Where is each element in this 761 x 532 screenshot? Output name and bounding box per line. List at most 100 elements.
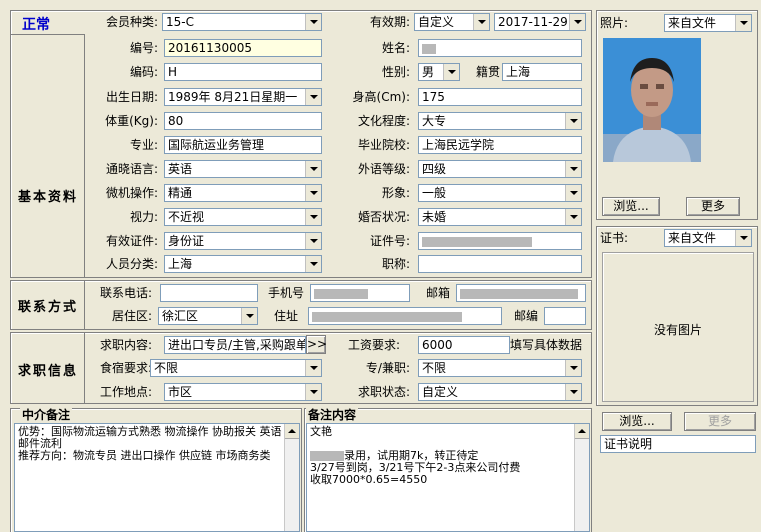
- category-label: 人员分类:: [105, 257, 158, 271]
- email-label: 邮箱: [425, 286, 450, 300]
- chevron-down-icon[interactable]: [565, 185, 581, 201]
- job-content-more-button[interactable]: >>: [306, 335, 327, 354]
- chevron-down-icon[interactable]: [305, 14, 321, 30]
- validity-label: 有效期:: [369, 15, 410, 29]
- chevron-down-icon[interactable]: [565, 384, 581, 400]
- section-divider: [84, 34, 85, 278]
- photo-more-button[interactable]: 更多: [686, 197, 740, 216]
- marital-select[interactable]: 未婚: [418, 208, 582, 226]
- major-field[interactable]: 国际航运业务管理: [164, 136, 322, 154]
- person-photo-icon: [603, 38, 701, 162]
- height-field[interactable]: 175: [418, 88, 582, 106]
- photo-source-select[interactable]: 来自文件: [664, 14, 752, 32]
- appearance-select[interactable]: 一般: [418, 184, 582, 202]
- lang-select[interactable]: 英语: [164, 160, 322, 178]
- job-status-label: 求职状态:: [357, 385, 410, 399]
- chevron-down-icon[interactable]: [305, 161, 321, 177]
- chevron-down-icon[interactable]: [735, 15, 751, 31]
- code-field[interactable]: H: [164, 63, 322, 81]
- weight-field[interactable]: 80: [164, 112, 322, 130]
- chevron-down-icon[interactable]: [241, 308, 257, 324]
- location-select[interactable]: 市区: [164, 383, 322, 401]
- chevron-down-icon[interactable]: [305, 209, 321, 225]
- number-field[interactable]: 20161130005: [164, 39, 322, 57]
- zip-field[interactable]: [544, 307, 586, 325]
- chevron-down-icon[interactable]: [305, 89, 321, 105]
- redacted-id: [422, 236, 532, 247]
- remarks-textarea[interactable]: 文艳 录用，试用期7k，转正待定 3/27号到岗，3/21号下午2-3点来公司付…: [306, 423, 590, 532]
- vision-select[interactable]: 不近视: [164, 208, 322, 226]
- housing-label: 食宿要求:: [99, 361, 152, 375]
- address-field[interactable]: [308, 307, 502, 325]
- chevron-down-icon[interactable]: [305, 384, 321, 400]
- housing-select[interactable]: 不限: [150, 359, 322, 377]
- chevron-down-icon[interactable]: [565, 360, 581, 376]
- remarks-line: 文艳: [310, 425, 332, 438]
- cert-description-field[interactable]: 证书说明: [600, 435, 756, 453]
- chevron-down-icon[interactable]: [305, 256, 321, 272]
- id-no-field[interactable]: [418, 232, 582, 250]
- job-status-select[interactable]: 自定义: [418, 383, 582, 401]
- agent-notes-textarea[interactable]: 优势：国际物流运输方式熟悉 物流操作 协助报关 英语邮件流利 推荐方向：物流专员…: [14, 423, 300, 532]
- job-content-label: 求职内容:: [99, 338, 152, 352]
- photo-image: [603, 38, 701, 162]
- parttime-select[interactable]: 不限: [418, 359, 582, 377]
- id-type-select[interactable]: 身份证: [164, 232, 322, 250]
- title-field[interactable]: [418, 255, 582, 273]
- gender-select[interactable]: 男: [418, 63, 460, 81]
- computer-select[interactable]: 精通: [164, 184, 322, 202]
- section-job-label: 求职信息: [18, 364, 79, 379]
- scrollbar[interactable]: [574, 424, 589, 531]
- cert-browse-button[interactable]: 浏览...: [602, 412, 672, 431]
- native-field[interactable]: 上海: [502, 63, 582, 81]
- edu-select[interactable]: 大专: [418, 112, 582, 130]
- photo-browse-button[interactable]: 浏览...: [602, 197, 660, 216]
- cert-image: 没有图片: [602, 252, 754, 402]
- lang-level-select[interactable]: 四级: [418, 160, 582, 178]
- chevron-down-icon[interactable]: [305, 185, 321, 201]
- job-content-field[interactable]: 进出口专员/主管,采购跟单: [164, 336, 306, 354]
- email-field[interactable]: [456, 284, 586, 302]
- name-field[interactable]: [418, 39, 582, 57]
- chevron-down-icon[interactable]: [569, 14, 585, 30]
- scrollbar[interactable]: [284, 424, 299, 531]
- height-label: 身高(Cm):: [352, 90, 410, 104]
- salary-field[interactable]: 6000: [418, 336, 510, 354]
- salary-hint: 填写具体数据: [510, 338, 583, 352]
- district-select[interactable]: 徐汇区: [158, 307, 258, 325]
- district-label: 居住区:: [111, 309, 152, 323]
- school-field[interactable]: 上海民远学院: [418, 136, 582, 154]
- no-image-text: 没有图片: [653, 323, 702, 337]
- member-type-select[interactable]: 15-C: [162, 13, 322, 31]
- title-label: 职称:: [381, 257, 410, 271]
- address-label: 住址: [273, 309, 298, 323]
- cert-more-button[interactable]: 更多: [684, 412, 756, 431]
- category-select[interactable]: 上海: [164, 255, 322, 273]
- id-type-label: 有效证件:: [105, 234, 158, 248]
- redacted-address: [312, 311, 462, 322]
- zip-label: 邮编: [513, 309, 538, 323]
- chevron-down-icon[interactable]: [565, 113, 581, 129]
- salary-label: 工资要求:: [347, 338, 400, 352]
- validity-mode-select[interactable]: 自定义: [414, 13, 490, 31]
- phone-field[interactable]: [160, 284, 258, 302]
- chevron-down-icon[interactable]: [443, 64, 459, 80]
- chevron-down-icon[interactable]: [305, 360, 321, 376]
- appearance-label: 形象:: [381, 186, 410, 200]
- chevron-down-icon[interactable]: [565, 209, 581, 225]
- edu-label: 文化程度:: [357, 114, 410, 128]
- chevron-down-icon[interactable]: [473, 14, 489, 30]
- validity-date-picker[interactable]: 2017-11-29: [494, 13, 586, 31]
- cert-source-select[interactable]: 来自文件: [664, 229, 752, 247]
- chevron-down-icon[interactable]: [565, 161, 581, 177]
- major-label: 专业:: [129, 138, 158, 152]
- name-label: 姓名:: [381, 41, 410, 55]
- vision-label: 视力:: [129, 210, 158, 224]
- chevron-down-icon[interactable]: [305, 233, 321, 249]
- agent-notes-line: 优势：国际物流运输方式熟悉 物流操作 协助报关 英语邮件流利: [18, 425, 282, 450]
- chevron-down-icon[interactable]: [735, 230, 751, 246]
- title-divider: [10, 34, 85, 35]
- mobile-field[interactable]: [310, 284, 410, 302]
- photo-label: 照片:: [600, 16, 629, 30]
- birth-date-picker[interactable]: 1989年 8月21日星期一: [164, 88, 322, 106]
